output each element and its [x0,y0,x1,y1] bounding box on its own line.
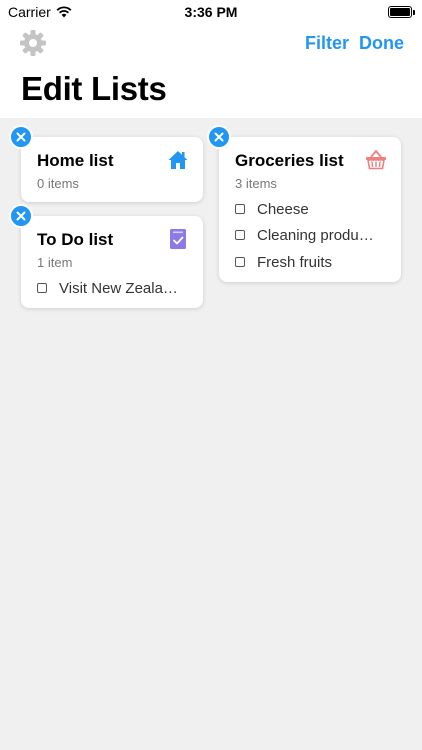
list-card-todo[interactable]: To Do list 1 item Visit New Zeala… [21,216,203,308]
list-card-groceries[interactable]: Groceries list 3 items Cheese Cleaning p… [219,137,401,282]
list-item-label: Cheese [257,200,309,218]
list-item[interactable]: Cleaning produ… [235,225,374,245]
list-item-count: 1 item [37,255,73,270]
house-icon [168,151,188,169]
battery-icon [388,6,415,18]
close-icon [214,132,224,142]
list-item-label: Fresh fruits [257,253,333,271]
filter-button[interactable]: Filter [305,33,349,54]
list-item[interactable]: Visit New Zeala… [37,278,178,298]
list-title: Groceries list [235,151,344,170]
checkbox[interactable] [235,257,245,267]
close-icon [16,132,26,142]
checkbox[interactable] [37,283,47,293]
delete-list-groceries-button[interactable] [207,125,231,149]
delete-list-todo-button[interactable] [9,204,33,228]
list-title: To Do list [37,230,114,249]
gear-icon[interactable] [19,29,47,57]
status-bar: Carrier 3:36 PM [0,0,422,24]
list-card-home[interactable]: Home list 0 items [21,137,203,202]
list-item-count: 3 items [235,176,277,191]
top-bar: Carrier 3:36 PM Filter Done Edit Lists [0,0,422,118]
checkbox[interactable] [235,204,245,214]
close-icon [16,211,26,221]
list-item-label: Visit New Zeala… [59,279,178,297]
list-item-count: 0 items [37,176,79,191]
status-time: 3:36 PM [184,4,238,20]
done-button[interactable]: Done [359,33,404,54]
page-title: Edit Lists [21,70,167,107]
basket-icon [366,149,386,170]
checkbox[interactable] [235,230,245,240]
list-item[interactable]: Cheese [235,199,309,219]
delete-list-home-button[interactable] [9,125,33,149]
list-item-label: Cleaning produ… [257,226,374,244]
list-item[interactable]: Fresh fruits [235,252,332,272]
checklist-icon [170,229,186,249]
list-title: Home list [37,151,114,170]
